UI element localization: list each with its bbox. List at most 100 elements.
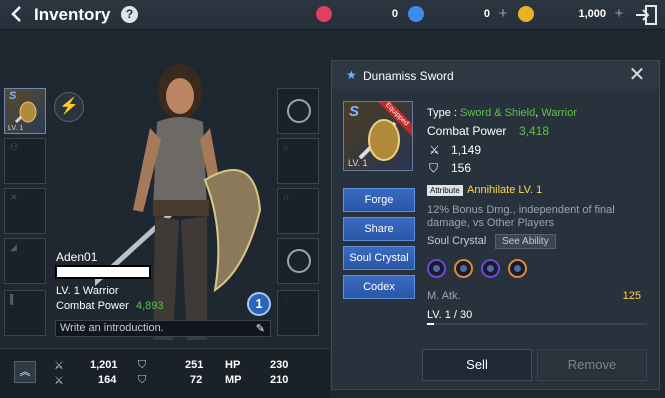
- slot-icon: ○: [283, 142, 289, 152]
- magic-shield-icon: ⛉: [138, 374, 147, 386]
- shield-icon: ⛉: [138, 359, 147, 371]
- back-button[interactable]: [5, 5, 27, 25]
- item-level-text: LV. 1 / 30: [427, 309, 473, 321]
- item-detail-panel: ★ Dunamiss Sword ✕ S Equipped LV. 1 Type…: [331, 60, 660, 390]
- help-button[interactable]: ?: [121, 6, 138, 23]
- pencil-icon[interactable]: ✎: [256, 322, 265, 335]
- stat-magic-def: 72: [190, 374, 203, 386]
- add-diamond-button[interactable]: +: [496, 6, 510, 22]
- soul-crystal-label: Soul Crystal: [427, 235, 487, 247]
- exit-button[interactable]: [634, 4, 660, 26]
- slot-icon: ▌: [10, 294, 17, 304]
- red-gem-icon: [316, 6, 332, 22]
- panel-header: ★ Dunamiss Sword ✕: [332, 61, 659, 89]
- add-gold-button[interactable]: +: [612, 6, 626, 22]
- currency-value: 1,000: [578, 8, 606, 20]
- crossed-swords-icon: ⚔: [429, 143, 440, 157]
- item-type: Type : Sword & Shield, Warrior: [427, 107, 577, 119]
- codex-button[interactable]: Codex: [343, 275, 415, 299]
- share-button[interactable]: Share: [343, 217, 415, 241]
- soul-crystal-socket[interactable]: [481, 259, 500, 278]
- item-stat-attack: ⚔ 1,149: [429, 143, 481, 157]
- exit-door-icon: [636, 5, 657, 25]
- equip-slot-empty[interactable]: ▌: [4, 290, 46, 336]
- currency-value: 0: [483, 8, 490, 20]
- expand-up-button[interactable]: ︽: [14, 361, 36, 383]
- equip-slot-empty[interactable]: ∩: [277, 188, 319, 234]
- item-icon: S Equipped LV. 1: [343, 101, 413, 171]
- item-combat-power-label: Combat Power: [427, 124, 507, 138]
- m-atk-value: 125: [622, 290, 641, 302]
- mp-value: 210: [270, 374, 289, 386]
- character-level: LV. 1 Warrior: [56, 285, 119, 297]
- weapon-slot[interactable]: S LV. 1: [4, 88, 46, 134]
- slot-icon: ◌: [283, 294, 289, 304]
- gem-icon: [433, 265, 440, 272]
- slot-icon: ✕: [10, 192, 18, 202]
- currency-blue-diamond: 0: [408, 6, 490, 24]
- introduction-placeholder: Write an introduction.: [60, 322, 164, 334]
- gold-coin-icon: [518, 6, 534, 22]
- character-name: Aden01: [56, 250, 98, 264]
- stat-value: 1,149: [451, 143, 482, 157]
- notification-badge[interactable]: 1: [247, 292, 271, 316]
- locked-slot[interactable]: [277, 238, 319, 284]
- combat-power-label: Combat Power: [56, 300, 129, 312]
- stat-value: 156: [451, 161, 472, 175]
- equip-slot-empty[interactable]: ◌: [277, 290, 319, 336]
- double-chevron-up-icon: ︽: [19, 366, 31, 378]
- stats-bar: ︽ ⚔ 1,201 ⚔ 164 ⛉ 251 ⛉ 72 HP 230 MP 210: [0, 348, 330, 398]
- gem-icon: [487, 265, 494, 272]
- sword-shield-icon: [14, 101, 37, 124]
- blue-diamond-icon: [408, 6, 424, 22]
- item-combat-power-value: 3,418: [519, 124, 550, 138]
- currency-value: 0: [391, 8, 398, 20]
- item-title: Dunamiss Sword: [363, 69, 454, 83]
- remove-button[interactable]: Remove: [537, 349, 647, 381]
- stat-defense: 164: [98, 374, 117, 386]
- type-class: Warrior: [541, 107, 578, 119]
- lock-icon: [287, 249, 311, 273]
- lightning-bolt-button[interactable]: ⚡: [54, 92, 84, 122]
- currency-red-gem: 0: [316, 6, 398, 24]
- equip-slot-empty[interactable]: ○: [277, 138, 319, 184]
- slot-icon: ∩: [283, 192, 290, 202]
- equip-slot-empty[interactable]: ◢: [4, 238, 46, 284]
- hp-label: HP: [225, 359, 241, 371]
- soul-crystal-socket[interactable]: [508, 259, 527, 278]
- locked-slot[interactable]: [277, 88, 319, 134]
- mp-label: MP: [225, 374, 242, 386]
- soul-crystal-socket[interactable]: [454, 259, 473, 278]
- sell-button[interactable]: Sell: [422, 349, 532, 381]
- redacted-field: [55, 265, 151, 279]
- type-label: Type :: [427, 107, 457, 119]
- attribute-description: 12% Bonus Dmg., independent of final dam…: [427, 204, 615, 229]
- level-label: LV. 1: [8, 125, 24, 132]
- m-atk-label: M. Atk.: [427, 290, 461, 302]
- type-separator: ,: [535, 107, 539, 119]
- soul-crystal-button[interactable]: Soul Crystal: [343, 246, 415, 270]
- equip-slot-empty[interactable]: ⚇: [4, 138, 46, 184]
- gem-icon: [514, 265, 521, 272]
- currency-gold: 1,000: [518, 6, 606, 24]
- equip-slot-empty[interactable]: ✕: [4, 188, 46, 234]
- soul-crystal-socket[interactable]: [427, 259, 446, 278]
- type-value: Sword & Shield: [460, 107, 536, 119]
- star-icon: ★: [346, 68, 357, 82]
- close-icon: ✕: [628, 64, 646, 86]
- introduction-input[interactable]: Write an introduction. ✎: [55, 320, 271, 337]
- gem-icon: [460, 265, 467, 272]
- lightning-bolt-icon: ⚡: [59, 98, 79, 115]
- attribute-badge: Attribute: [427, 185, 463, 196]
- see-ability-button[interactable]: See Ability: [495, 234, 556, 249]
- hp-value: 230: [270, 359, 289, 371]
- crossed-swords-icon: ⚔: [54, 360, 64, 372]
- shield-icon: ⛉: [429, 161, 439, 175]
- top-bar: Inventory ? 0 0 + 1,000 +: [0, 0, 665, 30]
- level-label: LV. 1: [348, 158, 368, 168]
- sword-dagger-icon: ⚔: [54, 375, 64, 387]
- attribute-name: Annihilate LV. 1: [467, 184, 543, 196]
- close-button[interactable]: ✕: [627, 65, 647, 85]
- stat-physical-def: 251: [185, 359, 204, 371]
- forge-button[interactable]: Forge: [343, 188, 415, 212]
